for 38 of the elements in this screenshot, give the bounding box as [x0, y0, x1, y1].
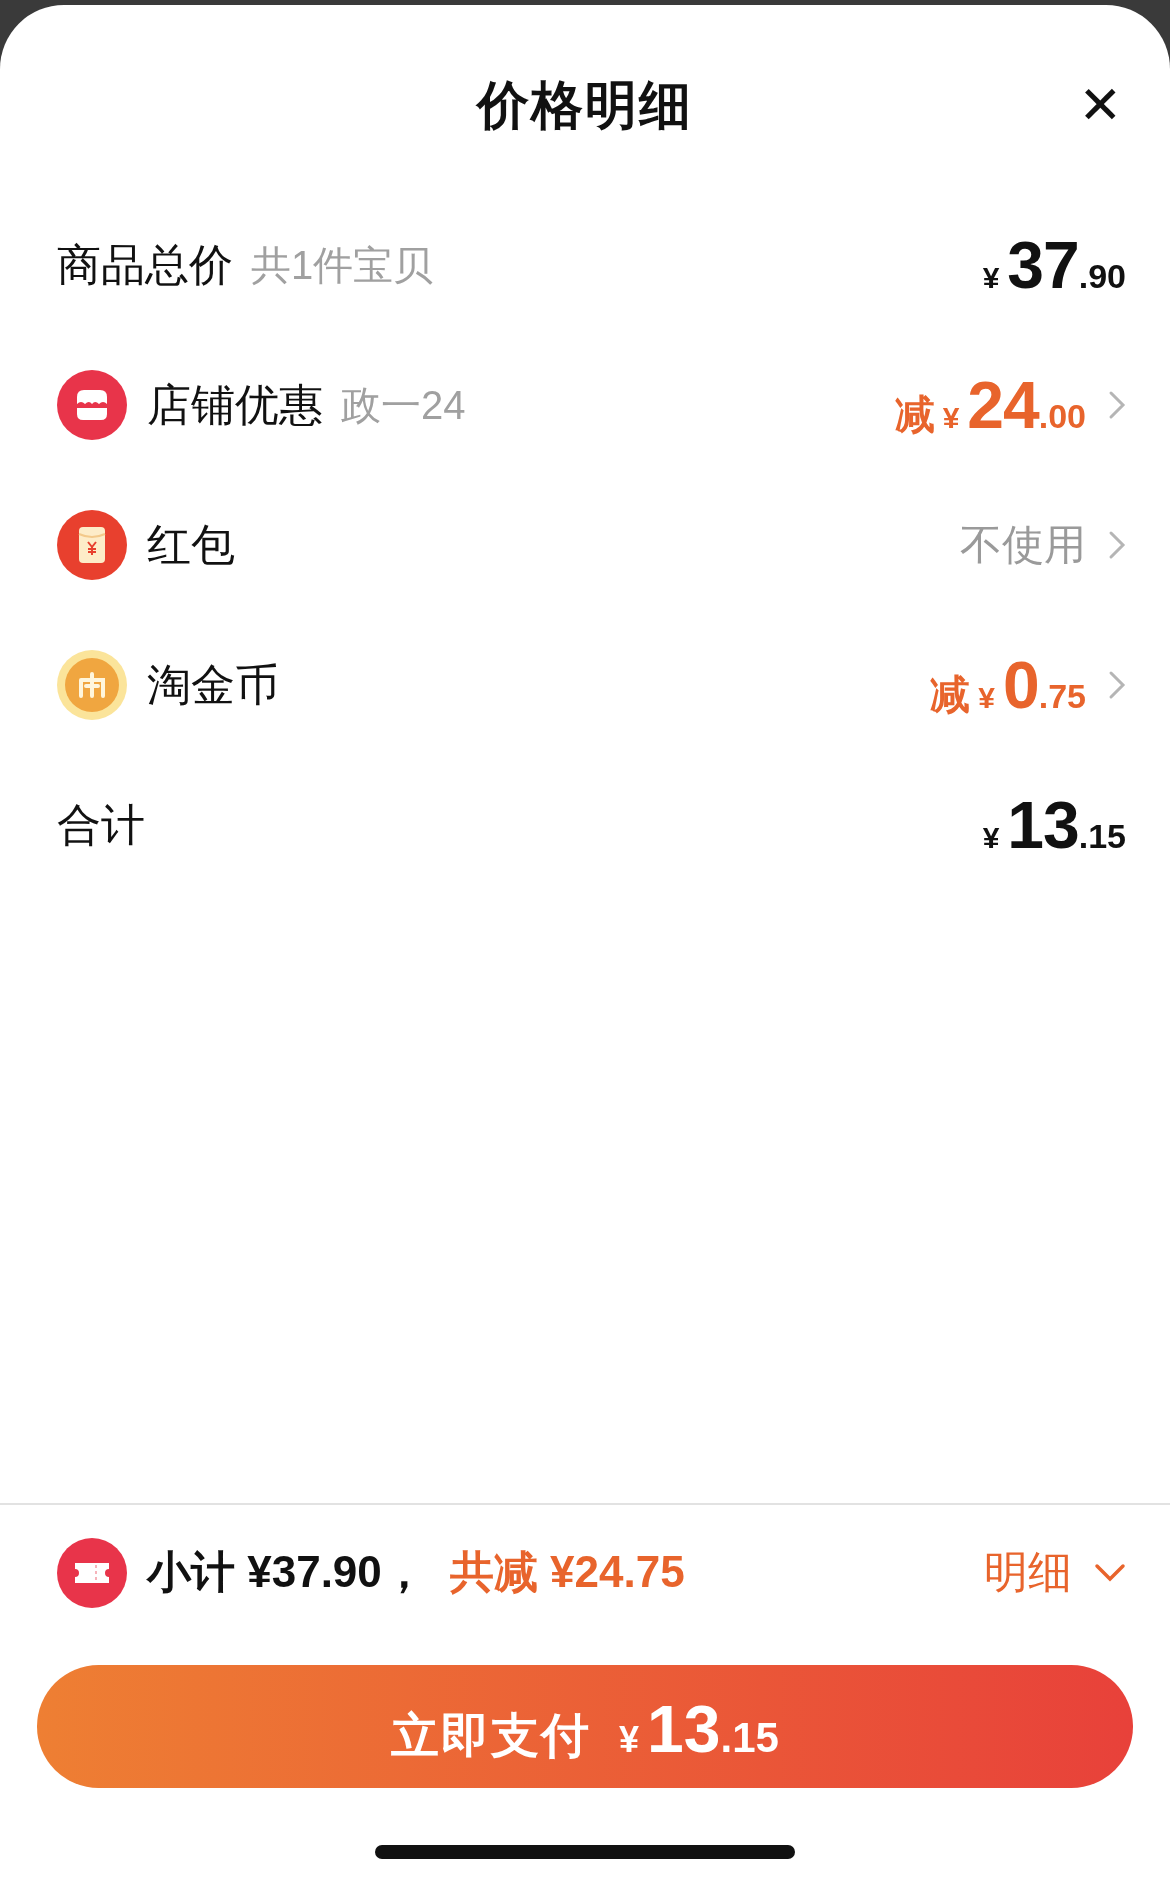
currency-sign: ¥: [982, 261, 1000, 295]
amount-integer: 24: [967, 367, 1039, 443]
row-note: 共1件宝贝: [251, 242, 434, 289]
chevron-down-icon: [1094, 1562, 1126, 1583]
row-value: 不使用: [960, 520, 1086, 570]
row-label: 店铺优惠: [147, 379, 323, 431]
amount-decimals: .90: [1078, 257, 1126, 296]
price-row[interactable]: 淘金币 减 ¥0.75: [0, 615, 1170, 755]
chevron-right-icon: [1108, 670, 1126, 700]
row-note: 政一24: [341, 382, 466, 429]
amount-integer: 0: [1003, 647, 1039, 723]
amount-integer: 37: [1007, 227, 1079, 303]
discount-label: 减: [894, 391, 935, 438]
envelope-icon: [57, 510, 127, 580]
row-label: 淘金币: [147, 659, 279, 711]
row-label: 商品总价: [57, 239, 233, 291]
ticket-icon: [57, 1537, 127, 1608]
chevron-right-icon: [1108, 530, 1126, 560]
subtotal-text: 小计 ¥37.90，: [147, 1546, 426, 1598]
chevron-right-icon: [1108, 390, 1126, 420]
amount-integer: 13: [1007, 787, 1079, 863]
discount-label: 减: [930, 671, 971, 718]
row-label: 合计: [57, 799, 145, 851]
discount-total-text: 共减 ¥24.75: [449, 1546, 685, 1598]
currency-sign: ¥: [982, 821, 1000, 855]
price-row[interactable]: 红包 不使用: [0, 475, 1170, 615]
sheet-title: 价格明细: [477, 75, 693, 136]
coin-icon: [57, 650, 127, 720]
currency-sign: ¥: [978, 681, 995, 715]
amount-decimals: .75: [1038, 677, 1086, 716]
close-button[interactable]: ✕: [1078, 75, 1122, 135]
currency-sign: ¥: [942, 401, 960, 435]
price-row[interactable]: 店铺优惠 政一24 减 ¥24.00: [0, 335, 1170, 475]
amount-decimals: .00: [1038, 397, 1086, 436]
row-label: 红包: [147, 519, 235, 571]
store-icon: [57, 370, 127, 440]
amount-decimals: .15: [1078, 817, 1126, 856]
pay-now-button[interactable]: 立即支付 ¥13.15: [37, 1665, 1133, 1788]
